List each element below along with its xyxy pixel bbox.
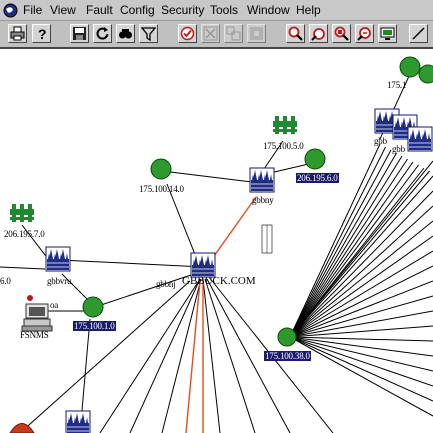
svg-text:?: ?	[38, 26, 47, 41]
label-right-gbb-1: gbb	[374, 136, 387, 146]
fan-link	[289, 220, 433, 338]
find-icon	[119, 29, 132, 39]
label-206-195-7-0: 206.195.7.0	[4, 229, 45, 239]
label-fsnms: FSNMS	[20, 330, 49, 340]
label-175-100-5-0: 175.100.5.0	[263, 141, 304, 151]
group-icon	[226, 26, 241, 41]
node-bottom-switch[interactable]	[65, 410, 91, 433]
fan-link	[289, 161, 414, 338]
node-206-195-7-0[interactable]	[10, 204, 34, 222]
menu-fault[interactable]: Fault	[86, 3, 113, 18]
menu-tools[interactable]: Tools	[210, 3, 238, 18]
label-coa: oa	[50, 300, 59, 310]
node-175-100-38-0[interactable]	[277, 327, 297, 347]
menu-view[interactable]: View	[50, 3, 76, 18]
node-175-100-5-0[interactable]	[273, 116, 297, 134]
node-gbbuck[interactable]	[190, 252, 216, 278]
label-gbbny: gbbny	[252, 195, 274, 205]
app-globe-icon[interactable]	[3, 3, 18, 18]
zoom-out-button[interactable]	[309, 24, 328, 43]
group-button[interactable]	[224, 24, 243, 43]
node-gbbny[interactable]	[249, 167, 275, 193]
menu-bar: File View Fault Config Security Tools Wi…	[0, 0, 433, 21]
fan-link	[289, 325, 433, 338]
map-canvas[interactable]: 175.100.14.0 175.100.5.0 206.195.6.0 gbb…	[0, 49, 433, 433]
node-gbbvru[interactable]	[45, 246, 71, 272]
acknowledge-button[interactable]	[178, 24, 197, 43]
refresh-icon	[96, 27, 109, 40]
layout-button[interactable]	[247, 24, 266, 43]
print-icon	[10, 26, 25, 41]
label-206-195-6-0: 206.195.6.0	[296, 173, 339, 183]
find-button[interactable]	[116, 24, 135, 43]
next-button[interactable]	[409, 24, 428, 43]
arrow-icon	[412, 27, 425, 40]
menu-help[interactable]: Help	[296, 3, 321, 18]
fan-link	[289, 205, 433, 338]
filter-icon	[141, 27, 156, 41]
fan-links	[289, 143, 433, 417]
refresh-button[interactable]	[93, 24, 112, 43]
network-topology	[0, 56, 433, 433]
label-right-top: 175.1	[387, 80, 407, 90]
zoom-fit-icon	[334, 26, 349, 41]
node-right-top[interactable]	[399, 56, 421, 78]
node-175-100-14-0[interactable]	[150, 158, 172, 180]
fan-link	[289, 336, 433, 342]
label-left-edge: 6.0	[0, 276, 11, 286]
label-gbbnj: gbbnj	[156, 279, 176, 289]
fan-link	[289, 336, 433, 417]
menu-security[interactable]: Security	[161, 3, 204, 18]
network-map-window: File View Fault Config Security Tools Wi…	[0, 0, 433, 433]
clear-button[interactable]	[201, 24, 220, 43]
zoom-in-icon	[288, 26, 303, 41]
fan-link	[289, 175, 433, 338]
toolbar: ?	[0, 21, 433, 49]
fan-link	[289, 336, 433, 387]
monitor-icon	[380, 27, 395, 40]
label-gbbvru: gbbvru	[47, 276, 72, 286]
node-right-switch-3[interactable]	[407, 126, 433, 152]
label-right-gbb-2: gbb	[392, 144, 405, 154]
fsnms-workstation-icon[interactable]	[21, 295, 53, 332]
help-icon: ?	[38, 26, 47, 41]
node-206-195-6-0[interactable]	[304, 148, 326, 170]
clear-icon	[203, 26, 218, 41]
fan-link	[289, 336, 433, 372]
node-175-100-1-0[interactable]	[82, 296, 104, 318]
label-175-100-14-0: 175.100.14.0	[139, 184, 184, 194]
search-zoom-button[interactable]	[355, 24, 374, 43]
label-gbbuck: GBBUCK.COM	[182, 275, 256, 287]
label-175-100-1-0: 175.100.1.0	[73, 321, 116, 331]
menu-window[interactable]: Window	[247, 3, 290, 18]
bottom-left-alarm[interactable]	[9, 423, 35, 433]
search-zoom-icon	[357, 27, 371, 41]
fan-link	[289, 158, 408, 338]
fan-link	[289, 170, 430, 338]
node-right-top-2[interactable]	[418, 64, 433, 84]
filter-button[interactable]	[139, 24, 158, 43]
fan-link	[289, 164, 419, 338]
label-175-100-38-0: 175.100.38.0	[264, 351, 311, 361]
zoom-out-icon	[311, 28, 325, 41]
red-links	[185, 196, 257, 433]
zoom-fit-button[interactable]	[332, 24, 351, 43]
monitor-button[interactable]	[378, 24, 397, 43]
help-button[interactable]: ?	[32, 24, 51, 43]
menu-config[interactable]: Config	[120, 3, 155, 18]
acknowledge-icon	[180, 26, 195, 41]
save-button[interactable]	[70, 24, 89, 43]
fan-link	[289, 160, 433, 338]
menu-file[interactable]: File	[23, 3, 42, 18]
layout-icon	[250, 27, 263, 40]
print-button[interactable]	[8, 24, 27, 43]
save-icon	[73, 27, 86, 40]
zoom-in-button[interactable]	[286, 24, 305, 43]
